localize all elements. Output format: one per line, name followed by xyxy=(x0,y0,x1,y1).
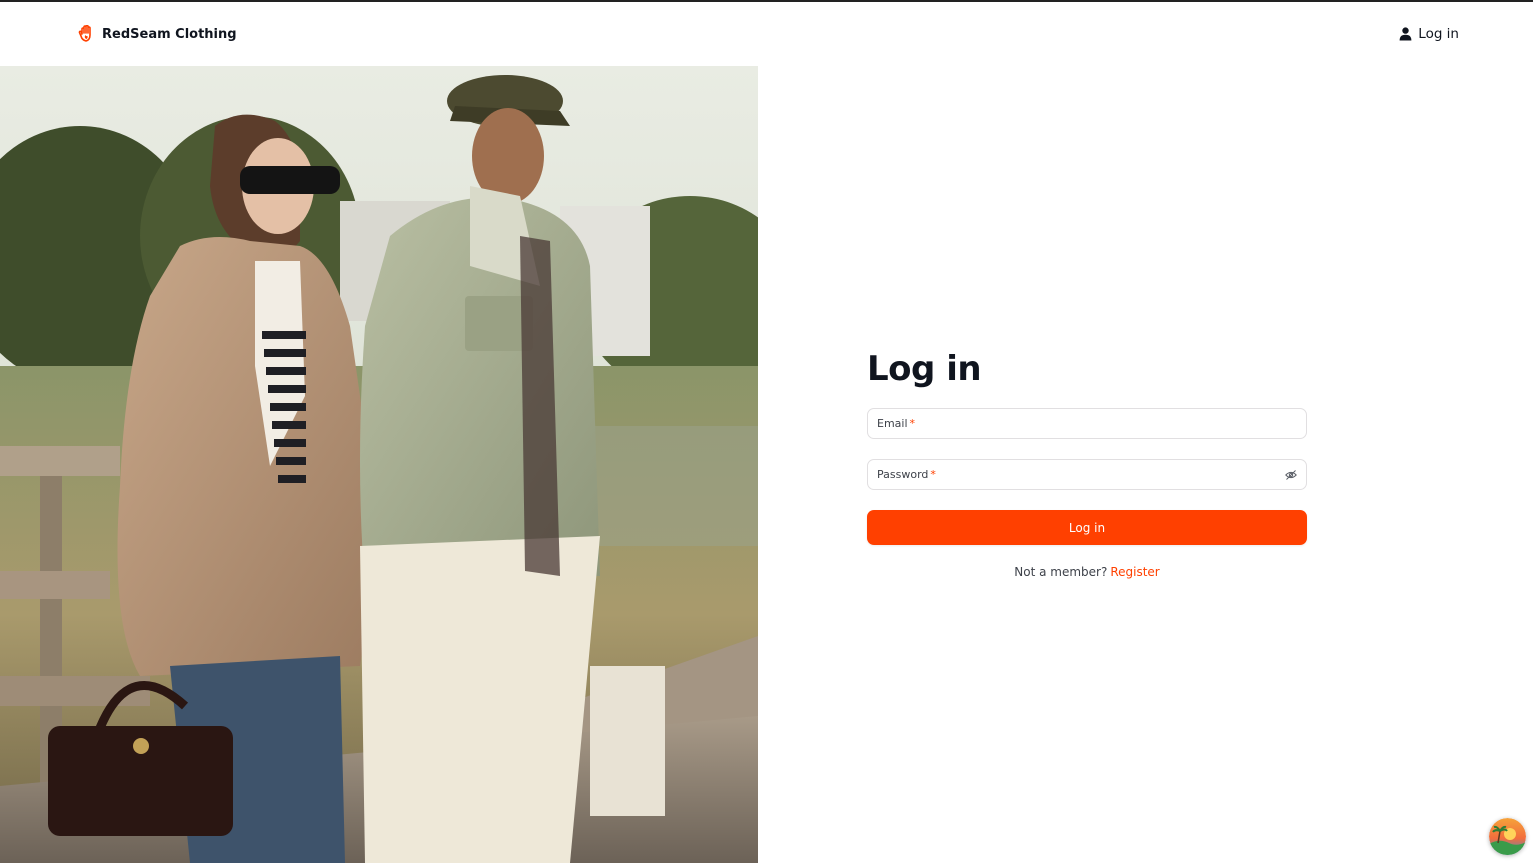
landscape-badge-icon[interactable] xyxy=(1489,818,1526,855)
email-input[interactable] xyxy=(868,409,1306,438)
hand-flame-icon xyxy=(78,25,91,42)
password-field[interactable]: Password * xyxy=(867,459,1307,490)
brand[interactable]: RedSeam Clothing xyxy=(78,24,237,44)
user-icon xyxy=(1399,27,1412,41)
register-prompt: Not a member? Register xyxy=(867,565,1307,579)
brand-name: RedSeam Clothing xyxy=(102,26,237,42)
hero-fashion-photo xyxy=(0,66,758,863)
header-login-label: Log in xyxy=(1418,26,1459,42)
header-login-link[interactable]: Log in xyxy=(1399,24,1459,44)
password-input[interactable] xyxy=(868,460,1306,489)
register-prompt-text: Not a member? xyxy=(1014,565,1108,579)
landscape-badge-graphic xyxy=(1489,818,1526,855)
login-form: Log in Email * Password * Log in Not a mem… xyxy=(867,346,1307,579)
fashion-photo xyxy=(0,66,758,863)
page-title: Log in xyxy=(867,349,982,389)
site-header: RedSeam Clothing Log in xyxy=(0,2,1533,66)
login-button[interactable]: Log in xyxy=(867,510,1307,545)
email-field[interactable]: Email * xyxy=(867,408,1307,439)
eye-icon[interactable] xyxy=(1285,469,1297,481)
register-link[interactable]: Register xyxy=(1110,565,1159,579)
